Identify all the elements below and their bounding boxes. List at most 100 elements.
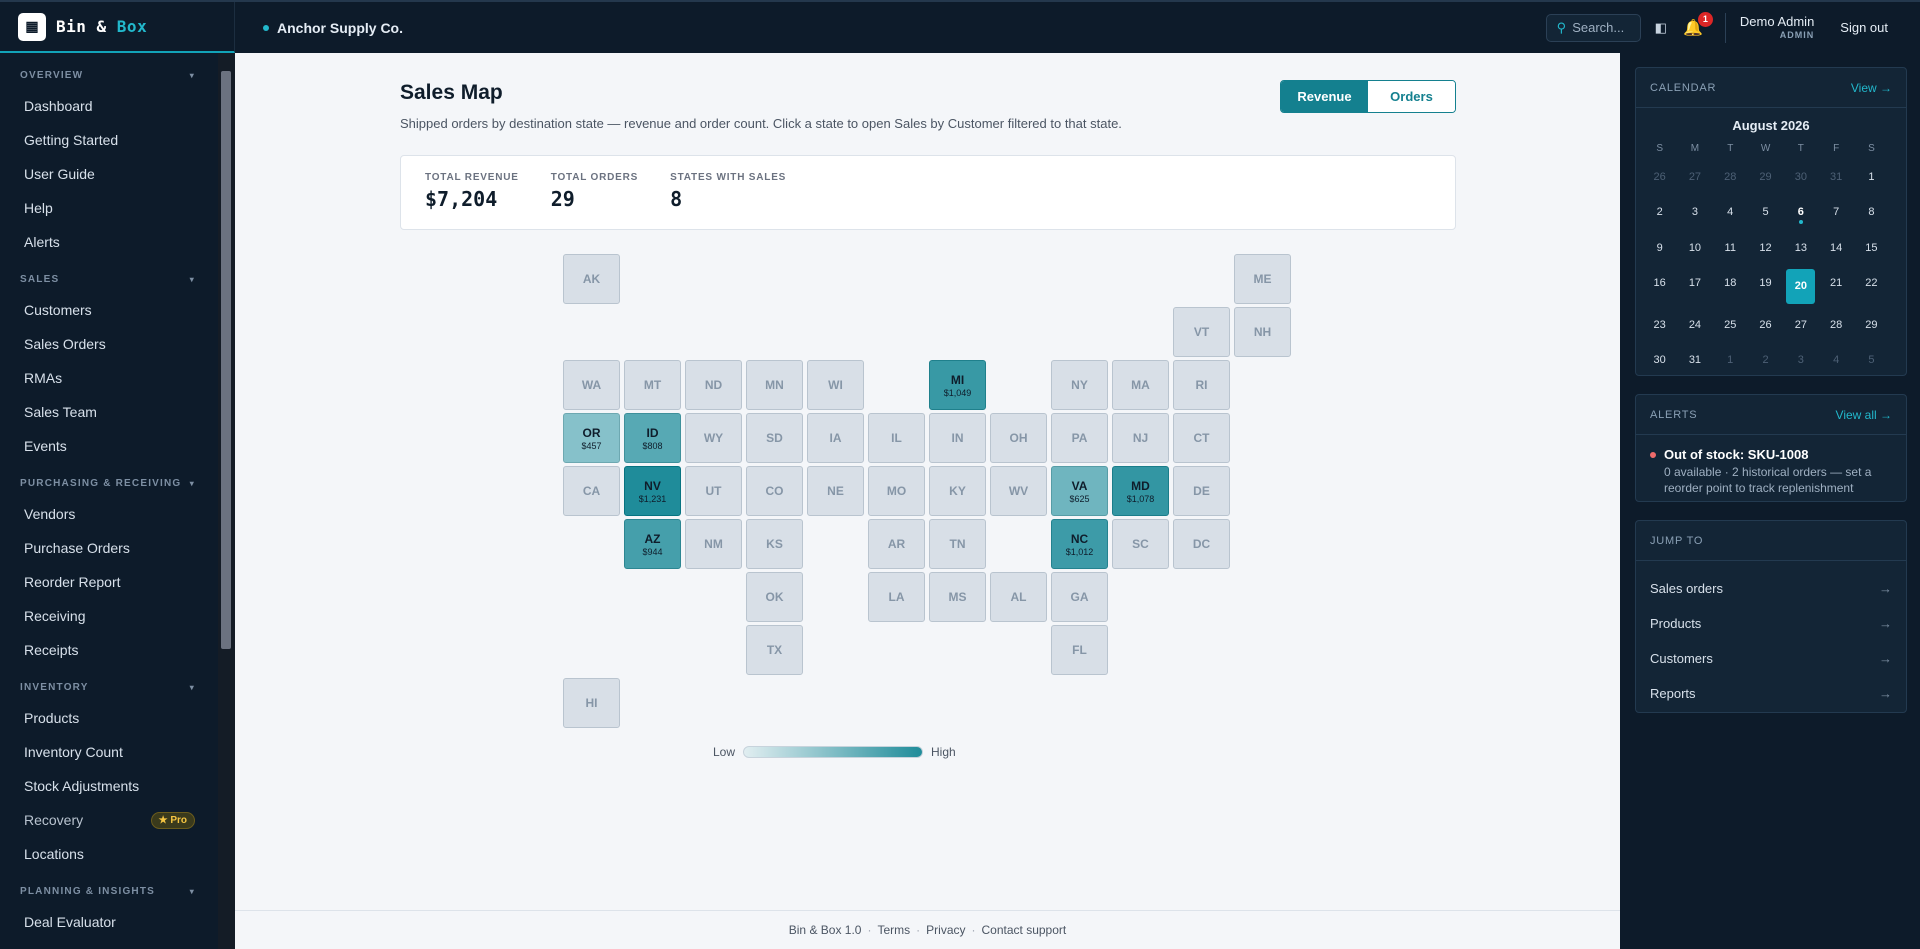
calendar-day[interactable]: 25 [1713,307,1748,343]
state-tile-ga[interactable]: GA [1051,572,1108,622]
state-tile-ny[interactable]: NY [1051,360,1108,410]
state-tile-fl[interactable]: FL [1051,625,1108,675]
calendar-day[interactable]: 24 [1677,307,1712,343]
calendar-day[interactable]: 7 [1818,195,1853,231]
sidebar-item-products[interactable]: Products [0,701,235,735]
panel-toggle-icon[interactable]: ◧ [1655,20,1667,36]
calendar-day[interactable]: 8 [1854,195,1889,231]
state-tile-mt[interactable]: MT [624,360,681,410]
org-name[interactable]: Anchor Supply Co. [263,20,403,36]
calendar-day[interactable]: 31 [1818,159,1853,195]
state-tile-ok[interactable]: OK [746,572,803,622]
calendar-day[interactable]: 11 [1713,230,1748,266]
jump-link-reports[interactable]: Reports → [1636,676,1906,711]
state-tile-pa[interactable]: PA [1051,413,1108,463]
calendar-day[interactable]: 10 [1677,230,1712,266]
calendar-day[interactable]: 16 [1642,266,1677,302]
sidebar-item-receiving[interactable]: Receiving [0,599,235,633]
state-tile-va[interactable]: VA $625 [1051,466,1108,516]
sidebar-item-getting-started[interactable]: Getting Started [0,123,235,157]
calendar-day[interactable]: 2 [1642,195,1677,231]
notifications-bell-icon[interactable]: 🔔 1 [1683,11,1713,38]
sidebar-item-locations[interactable]: Locations [0,837,235,871]
sidebar-item-forecasting[interactable]: Forecasting [0,939,235,949]
state-tile-md[interactable]: MD $1,078 [1112,466,1169,516]
calendar-day[interactable]: 29 [1748,159,1783,195]
sidebar-item-events[interactable]: Events [0,429,235,463]
sidebar-item-deal-evaluator[interactable]: Deal Evaluator [0,905,235,939]
state-tile-nc[interactable]: NC $1,012 [1051,519,1108,569]
jump-link-products[interactable]: Products → [1636,606,1906,641]
calendar-day[interactable]: 28 [1713,159,1748,195]
state-tile-ks[interactable]: KS [746,519,803,569]
calendar-day[interactable]: 27 [1783,307,1818,343]
state-tile-id[interactable]: ID $808 [624,413,681,463]
state-tile-ri[interactable]: RI [1173,360,1230,410]
state-tile-ak[interactable]: AK [563,254,620,304]
state-tile-wi[interactable]: WI [807,360,864,410]
calendar-day[interactable]: 31 [1677,343,1712,379]
calendar-day[interactable]: 30 [1642,343,1677,379]
brand[interactable]: ▦ Bin & Box [0,2,235,53]
state-tile-ct[interactable]: CT [1173,413,1230,463]
calendar-day[interactable]: 19 [1748,266,1783,302]
orders-toggle-button[interactable]: Orders [1368,81,1455,112]
sidebar-section-inventory[interactable]: INVENTORY ▾ [0,673,235,701]
sidebar-item-sales-team[interactable]: Sales Team [0,395,235,429]
sidebar-section-overview[interactable]: OVERVIEW ▾ [0,61,235,89]
state-tile-mo[interactable]: MO [868,466,925,516]
sidebar-item-customers[interactable]: Customers [0,293,235,327]
alerts-view-all-link[interactable]: View all → [1836,408,1892,422]
calendar-day[interactable]: 27 [1677,159,1712,195]
jump-link-sales-orders[interactable]: Sales orders → [1636,571,1906,606]
sidebar-item-stock-adjustments[interactable]: Stock Adjustments [0,769,235,803]
state-tile-az[interactable]: AZ $944 [624,519,681,569]
state-tile-nh[interactable]: NH [1234,307,1291,357]
state-tile-ut[interactable]: UT [685,466,742,516]
calendar-day[interactable]: 18 [1713,266,1748,302]
state-tile-la[interactable]: LA [868,572,925,622]
collapse-chevron-icon[interactable]: ▾ [190,887,195,896]
state-tile-ia[interactable]: IA [807,413,864,463]
state-tile-de[interactable]: DE [1173,466,1230,516]
sidebar-item-purchase-orders[interactable]: Purchase Orders [0,531,235,565]
state-tile-ms[interactable]: MS [929,572,986,622]
state-tile-nd[interactable]: ND [685,360,742,410]
sidebar-item-sales-orders[interactable]: Sales Orders [0,327,235,361]
calendar-day[interactable]: 23 [1642,307,1677,343]
calendar-day[interactable]: 26 [1748,307,1783,343]
calendar-day[interactable]: 26 [1642,159,1677,195]
state-tile-in[interactable]: IN [929,413,986,463]
state-tile-tn[interactable]: TN [929,519,986,569]
sidebar-section-sales[interactable]: SALES ▾ [0,265,235,293]
calendar-day-today[interactable]: 20 [1786,268,1816,304]
sidebar-scroll-thumb[interactable] [221,71,231,649]
calendar-view-link[interactable]: View → [1851,81,1892,95]
state-tile-dc[interactable]: DC [1173,519,1230,569]
calendar-day[interactable]: 12 [1748,230,1783,266]
jump-link-customers[interactable]: Customers → [1636,641,1906,676]
revenue-toggle-button[interactable]: Revenue [1281,81,1368,112]
calendar-day[interactable]: 2 [1748,343,1783,379]
state-tile-vt[interactable]: VT [1173,307,1230,357]
state-tile-wy[interactable]: WY [685,413,742,463]
sidebar-item-help[interactable]: Help [0,191,235,225]
calendar-day[interactable]: 1 [1713,343,1748,379]
state-tile-il[interactable]: IL [868,413,925,463]
calendar-day[interactable]: 6 [1783,195,1818,231]
state-tile-oh[interactable]: OH [990,413,1047,463]
sidebar-item-dashboard[interactable]: Dashboard [0,89,235,123]
collapse-chevron-icon[interactable]: ▾ [190,71,195,80]
sidebar-item-alerts[interactable]: Alerts [0,225,235,259]
sidebar-item-receipts[interactable]: Receipts [0,633,235,667]
collapse-chevron-icon[interactable]: ▾ [190,275,195,284]
sidebar-section-planning[interactable]: PLANNING & INSIGHTS ▾ [0,877,235,905]
state-tile-nv[interactable]: NV $1,231 [624,466,681,516]
footer-privacy-link[interactable]: Privacy [926,923,965,937]
state-tile-al[interactable]: AL [990,572,1047,622]
calendar-day[interactable]: 17 [1677,266,1712,302]
user-menu[interactable]: Demo Admin ADMIN [1740,14,1814,40]
calendar-day[interactable]: 4 [1713,195,1748,231]
calendar-day[interactable]: 1 [1854,159,1889,195]
state-tile-ca[interactable]: CA [563,466,620,516]
